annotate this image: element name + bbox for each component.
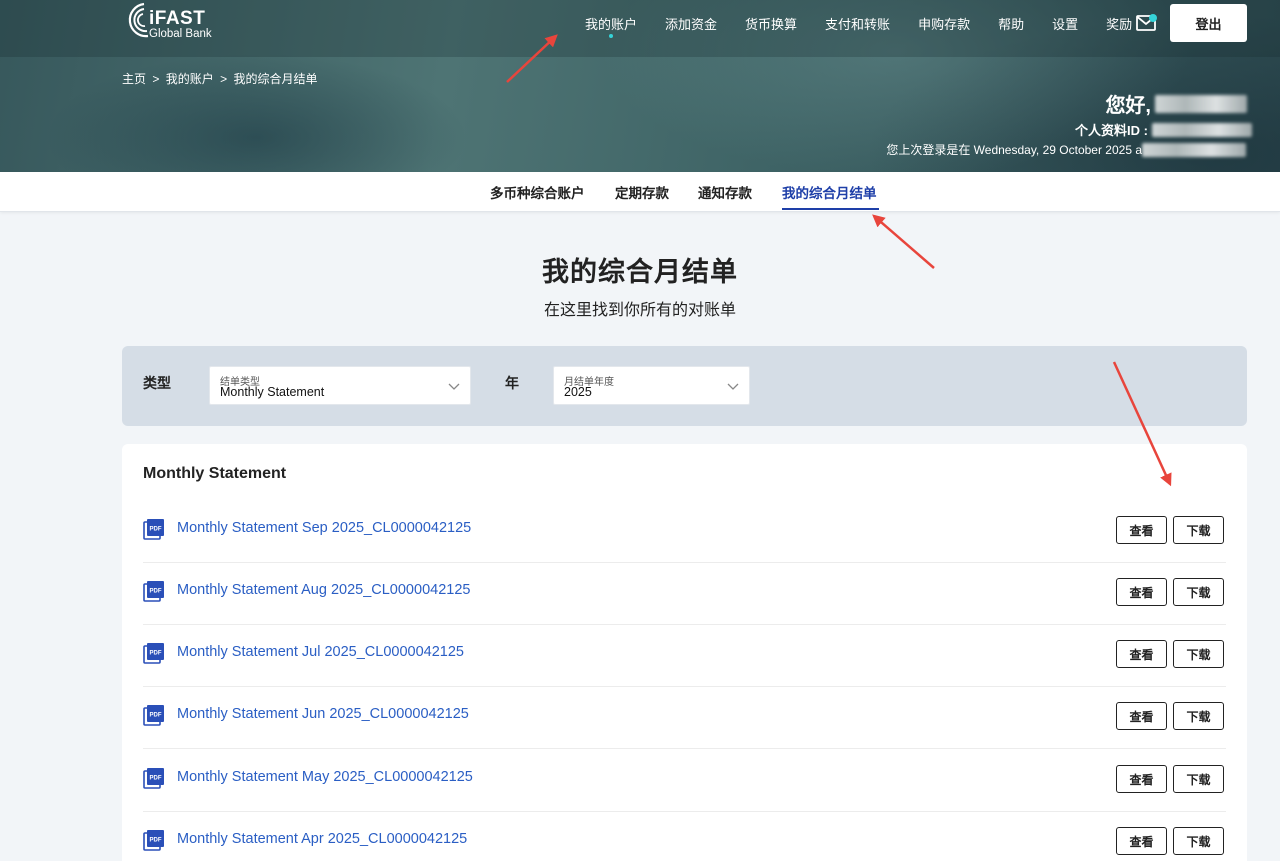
- profile-id: 个人资料ID :: [1075, 120, 1252, 139]
- logo-text: iFAST: [149, 8, 206, 29]
- greeting-text: 您好,: [1105, 95, 1151, 117]
- statement-type-select-value: Monthly Statement: [220, 385, 325, 399]
- statement-list-card: Monthly Statement PDF Monthly Statement …: [122, 444, 1247, 861]
- chevron-down-icon: [727, 383, 739, 390]
- statement-link[interactable]: Monthly Statement May 2025_CL0000042125: [177, 769, 473, 785]
- nav-item-add-funds[interactable]: 添加资金: [665, 14, 717, 33]
- chevron-down-icon: [448, 383, 460, 390]
- redacted-login-time: [1142, 142, 1246, 157]
- account-subtabs: 多币种综合账户 定期存款 通知存款 我的综合月结单: [0, 172, 1280, 212]
- statement-year-select-value: 2025: [564, 385, 592, 399]
- svg-text:PDF: PDF: [150, 589, 162, 595]
- year-label: 年: [505, 375, 519, 391]
- svg-text:PDF: PDF: [150, 527, 162, 533]
- notification-dot: [1149, 14, 1157, 22]
- breadcrumb-separator: >: [220, 72, 228, 86]
- ifast-logo[interactable]: iFAST Global Bank: [122, 0, 232, 44]
- statement-link[interactable]: Monthly Statement Sep 2025_CL0000042125: [177, 520, 471, 536]
- statement-row: PDF Monthly Statement Jun 2025_CL0000042…: [143, 687, 1226, 749]
- statement-link[interactable]: Monthly Statement Aug 2025_CL0000042125: [177, 582, 470, 598]
- main-nav: 我的账户 添加资金 货币换算 支付和转账 申购存款 帮助 设置 奖励: [585, 14, 1160, 38]
- greeting: 您好,: [1105, 89, 1247, 118]
- nav-item-payments-transfers[interactable]: 支付和转账: [825, 14, 890, 33]
- svg-text:PDF: PDF: [150, 713, 162, 719]
- statement-year-select[interactable]: 月结单年度 2025: [553, 366, 750, 405]
- svg-text:PDF: PDF: [150, 776, 162, 782]
- profile-id-label: 个人资料ID :: [1075, 123, 1148, 138]
- breadcrumb-home[interactable]: 主页: [122, 72, 146, 86]
- svg-text:PDF: PDF: [150, 651, 162, 657]
- breadcrumb-separator: >: [152, 72, 160, 86]
- tab-multi-currency-account[interactable]: 多币种综合账户: [490, 182, 585, 202]
- nav-item-currency-exchange[interactable]: 货币换算: [745, 14, 797, 33]
- view-button[interactable]: 查看: [1116, 702, 1167, 730]
- redacted-username: [1155, 94, 1247, 113]
- active-tab-indicator: [782, 208, 879, 210]
- nav-item-help[interactable]: 帮助: [998, 14, 1024, 33]
- view-button[interactable]: 查看: [1116, 516, 1167, 544]
- statement-row: PDF Monthly Statement Jul 2025_CL0000042…: [143, 625, 1226, 687]
- pdf-icon: PDF: [143, 519, 164, 540]
- nav-item-rewards[interactable]: 奖励: [1106, 14, 1132, 33]
- view-button[interactable]: 查看: [1116, 827, 1167, 855]
- nav-item-settings[interactable]: 设置: [1052, 14, 1078, 33]
- download-button[interactable]: 下载: [1173, 516, 1224, 544]
- breadcrumb-current: 我的综合月结单: [233, 72, 318, 86]
- svg-text:PDF: PDF: [150, 838, 162, 844]
- last-login-text: 您上次登录是在 Wednesday, 29 October 2025 a: [886, 143, 1142, 157]
- download-button[interactable]: 下载: [1173, 702, 1224, 730]
- statement-filter: 类型 结单类型 Monthly Statement 年 月结单年度 2025: [122, 346, 1247, 426]
- logout-button[interactable]: 登出: [1170, 4, 1247, 42]
- view-button[interactable]: 查看: [1116, 765, 1167, 793]
- statement-row: PDF Monthly Statement Aug 2025_CL0000042…: [143, 563, 1226, 625]
- tab-monthly-statements[interactable]: 我的综合月结单: [782, 182, 877, 202]
- download-button[interactable]: 下载: [1173, 640, 1224, 668]
- logo-subtext: Global Bank: [149, 28, 212, 40]
- page-subtitle: 在这里找到你所有的对账单: [543, 302, 736, 319]
- breadcrumb-my-account[interactable]: 我的账户: [166, 72, 214, 86]
- statement-row: PDF Monthly Statement May 2025_CL0000042…: [143, 750, 1226, 812]
- nav-item-my-account[interactable]: 我的账户: [585, 14, 637, 38]
- view-button[interactable]: 查看: [1116, 640, 1167, 668]
- pdf-icon: PDF: [143, 830, 164, 851]
- statement-link[interactable]: Monthly Statement Jun 2025_CL0000042125: [177, 706, 469, 722]
- last-login: 您上次登录是在 Wednesday, 29 October 2025 a: [886, 141, 1246, 158]
- statement-row: PDF Monthly Statement Sep 2025_CL0000042…: [143, 501, 1226, 563]
- page-title: 我的综合月结单: [542, 257, 738, 287]
- tab-fixed-deposit[interactable]: 定期存款: [615, 182, 669, 202]
- pdf-icon: PDF: [143, 768, 164, 789]
- type-label: 类型: [143, 375, 171, 391]
- statement-link[interactable]: Monthly Statement Jul 2025_CL0000042125: [177, 644, 464, 660]
- statement-list-heading: Monthly Statement: [143, 465, 287, 482]
- breadcrumb: 主页 > 我的账户 > 我的综合月结单: [122, 70, 320, 87]
- statement-row: PDF Monthly Statement Apr 2025_CL0000042…: [143, 812, 1226, 861]
- tab-notice-deposit[interactable]: 通知存款: [698, 182, 752, 202]
- pdf-icon: PDF: [143, 581, 164, 602]
- statement-type-select[interactable]: 结单类型 Monthly Statement: [209, 366, 471, 405]
- view-button[interactable]: 查看: [1116, 578, 1167, 606]
- nav-item-subscribe-deposit[interactable]: 申购存款: [918, 14, 970, 33]
- redacted-profile-id: [1152, 122, 1252, 137]
- download-button[interactable]: 下载: [1173, 827, 1224, 855]
- statement-link[interactable]: Monthly Statement Apr 2025_CL0000042125: [177, 831, 467, 847]
- pdf-icon: PDF: [143, 643, 164, 664]
- download-button[interactable]: 下载: [1173, 578, 1224, 606]
- download-button[interactable]: 下载: [1173, 765, 1224, 793]
- pdf-icon: PDF: [143, 705, 164, 726]
